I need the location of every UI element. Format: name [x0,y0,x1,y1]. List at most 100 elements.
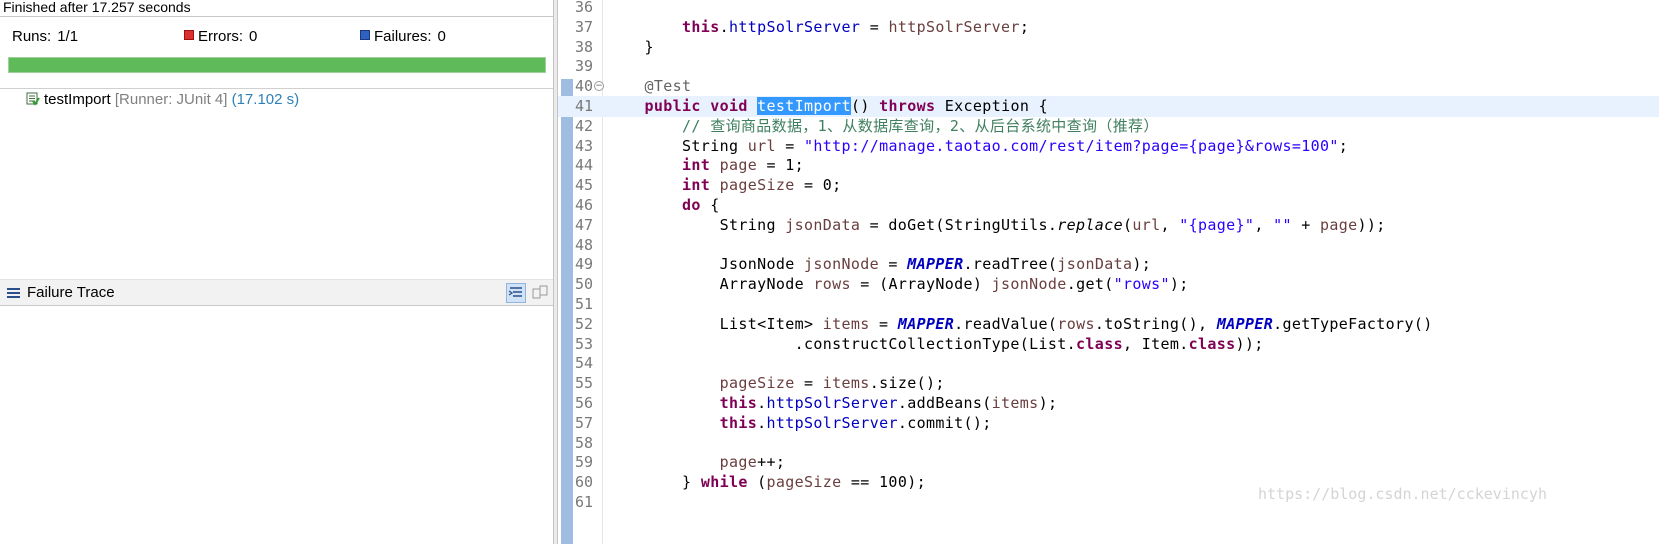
line-number: 38 [575,37,594,56]
code-token: .getTypeFactory() [1273,314,1433,333]
code-text: } while (pageSize == 100); [607,472,926,493]
line-number: 50 [575,275,594,294]
code-line[interactable]: 40− @Test [558,76,1659,97]
code-line[interactable]: 51 [558,294,1659,315]
code-line[interactable]: 46 do { [558,195,1659,216]
code-token: httpSolrServer [766,394,898,412]
code-text: do { [607,195,720,216]
line-number: 36 [575,0,594,16]
code-text: page++; [607,452,785,473]
fold-toggle-icon[interactable]: − [594,81,604,92]
code-token: List<Item> [607,314,823,333]
code-token: while [700,473,748,492]
code-text: pageSize = items.size(); [607,373,945,394]
code-token: .readValue( [954,314,1058,333]
code-token: url [747,136,776,155]
code-text: int pageSize = 0; [607,175,842,196]
progress-bar [8,57,546,73]
compare-result-button[interactable] [531,283,551,303]
line-number: 55 [575,374,594,393]
code-token: int [682,176,711,195]
code-text: public void testImport() throws Exceptio… [607,96,1048,117]
code-token: .commit(); [897,413,992,432]
line-number: 46 [575,196,594,214]
code-text: JsonNode jsonNode = MAPPER.readTree(json… [607,254,1151,275]
code-line[interactable]: 42 // 查询商品数据，1、从数据库查询，2、从后台系统中查询（推荐） [558,116,1659,137]
code-token: rows [1057,314,1095,333]
code-token: == 100); [841,473,926,492]
line-number: 37 [575,17,594,36]
line-number: 44 [575,156,594,175]
code-line[interactable]: 37 this.httpSolrServer = httpSolrServer; [558,17,1659,38]
code-line[interactable]: 49 JsonNode jsonNode = MAPPER.readTree(j… [558,254,1659,275]
code-token: "http://manage.taotao.com/rest/item?page… [804,136,1339,155]
code-line[interactable]: 45 int pageSize = 0; [558,175,1659,196]
code-token: pageSize [766,473,842,492]
failure-trace-title: Failure Trace [27,284,115,301]
code-line[interactable]: 36 [558,0,1659,18]
test-result-item[interactable]: testImport [Runner: JUnit 4] (17.102 s) [26,91,299,111]
code-line[interactable]: 52 List<Item> items = MAPPER.readValue(r… [558,314,1659,335]
code-line[interactable]: 47 String jsonData = doGet(StringUtils.r… [558,215,1659,236]
code-token: MAPPER [907,255,964,274]
code-text: this.httpSolrServer.commit(); [607,413,992,434]
code-line[interactable]: 57 this.httpSolrServer.commit(); [558,413,1659,434]
code-line[interactable]: 44 int page = 1; [558,155,1659,176]
line-number: 39 [575,57,594,76]
code-token: class [1076,334,1123,353]
code-token: rows [813,275,851,294]
code-token: replace [1057,215,1123,234]
line-number: 58 [575,433,594,452]
code-text: this.httpSolrServer = httpSolrServer; [607,17,1029,38]
code-token: () [850,97,880,115]
code-token: )); [1235,334,1264,353]
code-line[interactable]: 53 .constructCollectionType(List.class, … [558,334,1659,355]
test-tree-divider [0,88,553,89]
code-token: = [775,136,805,155]
java-editor[interactable]: 36 37 this.httpSolrServer = httpSolrServe… [558,0,1659,544]
code-line[interactable]: 55 pageSize = items.size(); [558,373,1659,394]
code-line[interactable]: 43 String url = "http://manage.taotao.co… [558,136,1659,157]
code-line[interactable]: 56 this.httpSolrServer.addBeans(items); [558,393,1659,414]
code-token: + [1291,215,1320,234]
code-line[interactable]: 59 page++; [558,452,1659,473]
code-token: .get( [1066,275,1114,294]
code-token: { [700,196,720,214]
filter-stack-trace-button[interactable] [506,283,526,303]
code-text: this.httpSolrServer.addBeans(items); [607,393,1057,414]
code-token: httpSolrServer [766,413,898,432]
code-line[interactable]: 58 [558,433,1659,454]
code-text: String jsonData = doGet(StringUtils.repl… [607,215,1386,236]
code-token: ArrayNode [607,275,814,294]
line-number: 41 [575,97,594,115]
code-token: . [719,17,729,36]
code-token: . [757,413,767,432]
code-token: "{page}" [1179,215,1255,234]
code-token: ; [1019,17,1030,36]
failures-label: Failures: [374,28,432,45]
code-token: = [860,17,889,36]
code-token: .size(); [869,374,945,393]
code-token: do [682,196,701,214]
code-line[interactable]: 41 public void testImport() throws Excep… [558,96,1659,117]
code-token: pageSize [719,374,795,393]
code-line[interactable]: 38 } [558,37,1659,58]
code-line[interactable]: 39 [558,56,1659,77]
line-number: 59 [575,453,594,472]
code-line[interactable]: 50 ArrayNode rows = (ArrayNode) jsonNode… [558,274,1659,295]
code-token: .constructCollectionType(List. [607,334,1077,353]
code-token: items [991,394,1039,412]
code-token: httpSolrServer [888,17,1020,36]
code-line[interactable]: 54 [558,353,1659,374]
code-token: "" [1273,215,1292,234]
test-name: testImport [44,91,111,108]
code-line[interactable]: 48 [558,235,1659,256]
code-token: page [1320,215,1358,234]
